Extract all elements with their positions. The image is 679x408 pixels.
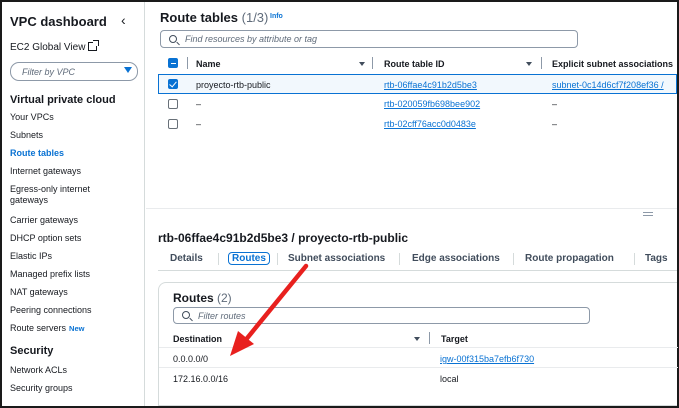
sidebar-title[interactable]: VPC dashboard xyxy=(10,14,107,29)
column-header-target[interactable]: Target xyxy=(441,334,468,344)
column-header-subnet-associations[interactable]: Explicit subnet associations xyxy=(552,59,673,69)
tab-route-propagation[interactable]: Route propagation xyxy=(525,253,614,264)
tab-routes-label: Routes xyxy=(228,252,270,265)
route-target-link[interactable]: igw-00f315ba7efb6f730 xyxy=(440,354,534,364)
ec2-global-view-link[interactable]: EC2 Global View xyxy=(10,40,100,53)
route-target-value: local xyxy=(440,374,459,384)
tab-separator xyxy=(634,253,635,265)
subnet-association-value: – xyxy=(552,99,558,109)
route-table-name: – xyxy=(196,99,202,109)
column-separator xyxy=(187,57,188,69)
page-title-text: Route tables xyxy=(160,10,239,25)
routes-title: Routes (2) xyxy=(173,291,232,305)
sidebar-item-elastic-ips[interactable]: Elastic IPs xyxy=(10,251,135,262)
routes-title-text: Routes xyxy=(173,291,214,305)
vpc-filter-placeholder: Filter by VPC xyxy=(22,67,76,77)
table-row[interactable]: proyecto-rtb-public rtb-06ffae4c91b2d5be… xyxy=(158,74,677,94)
column-header-name[interactable]: Name xyxy=(196,59,221,69)
detail-tabs: Details Routes Subnet associations Edge … xyxy=(158,249,677,271)
sidebar-item-subnets[interactable]: Subnets xyxy=(10,130,135,141)
route-table-id-link[interactable]: rtb-06ffae4c91b2d5be3 xyxy=(384,80,477,90)
vpc-filter-select[interactable]: Filter by VPC xyxy=(10,62,138,81)
selection-count: (1/3) xyxy=(241,10,269,25)
detail-title: rtb-06ffae4c91b2d5be3 / proyecto-rtb-pub… xyxy=(158,231,409,245)
routes-count: (2) xyxy=(217,291,232,305)
table-row[interactable]: – rtb-02cff76acc0d0483e – xyxy=(158,114,677,134)
resize-handle-icon[interactable] xyxy=(643,212,653,216)
tab-subnet-associations[interactable]: Subnet associations xyxy=(288,253,385,264)
sidebar-item-internet-gateways[interactable]: Internet gateways xyxy=(10,166,135,177)
sidebar-item-peering-connections[interactable]: Peering connections xyxy=(10,305,135,316)
table-row: 0.0.0.0/0 igw-00f315ba7efb6f730 xyxy=(159,347,678,367)
section-heading-vpc: Virtual private cloud xyxy=(10,94,116,106)
tab-separator xyxy=(218,253,219,265)
external-link-icon xyxy=(88,40,100,51)
route-table-name: – xyxy=(196,119,202,129)
sidebar-item-nat-gateways[interactable]: NAT gateways xyxy=(10,287,135,298)
select-all-checkbox[interactable] xyxy=(168,58,178,68)
sidebar: VPC dashboard ‹ EC2 Global View Filter b… xyxy=(2,2,145,406)
tab-separator xyxy=(277,253,278,265)
route-table-id-link[interactable]: rtb-020059fb698bee902 xyxy=(384,99,480,109)
sidebar-item-your-vpcs[interactable]: Your VPCs xyxy=(10,112,135,123)
caret-down-icon xyxy=(124,67,132,73)
search-icon xyxy=(182,311,190,319)
routes-filter-placeholder: Filter routes xyxy=(198,311,246,321)
section-heading-security: Security xyxy=(10,345,54,357)
split-pane-divider xyxy=(146,208,677,209)
sidebar-item-network-acls[interactable]: Network ACLs xyxy=(10,365,135,376)
new-badge: New xyxy=(69,324,85,333)
sidebar-item-label: Route servers xyxy=(10,323,67,333)
column-separator xyxy=(429,332,430,344)
row-checkbox[interactable] xyxy=(168,119,178,129)
route-destination: 172.16.0.0/16 xyxy=(173,374,229,384)
column-separator xyxy=(541,57,542,69)
table-row: 172.16.0.0/16 local xyxy=(159,367,678,387)
search-icon xyxy=(169,35,177,43)
routes-filter-input[interactable]: Filter routes xyxy=(173,307,590,324)
tab-edge-associations[interactable]: Edge associations xyxy=(412,253,500,264)
page-title: Route tables (1/3) xyxy=(160,10,268,25)
row-checkbox[interactable] xyxy=(168,99,178,109)
table-header: Name Route table ID Explicit subnet asso… xyxy=(160,56,677,74)
row-checkbox[interactable] xyxy=(168,79,178,89)
column-header-route-table-id[interactable]: Route table ID xyxy=(384,59,445,69)
info-link[interactable]: Info xyxy=(270,13,283,20)
sidebar-item-carrier-gateways[interactable]: Carrier gateways xyxy=(10,215,135,226)
tab-separator xyxy=(399,253,400,265)
routes-panel: Routes (2) Filter routes Destination Tar… xyxy=(158,282,678,406)
tab-details[interactable]: Details xyxy=(170,253,203,264)
sidebar-item-egress-only-gateways[interactable]: Egress-only internet gateways xyxy=(10,184,110,206)
sidebar-item-dhcp-option-sets[interactable]: DHCP option sets xyxy=(10,233,135,244)
column-header-destination[interactable]: Destination xyxy=(173,334,222,344)
sort-icon[interactable] xyxy=(414,337,420,341)
main-content: Route tables (1/3) Info Find resources b… xyxy=(146,2,678,406)
sidebar-item-route-servers[interactable]: Route servers New xyxy=(10,323,135,334)
subnet-association-value: – xyxy=(552,119,558,129)
route-table-name: proyecto-rtb-public xyxy=(196,80,271,90)
ec2-global-view-label: EC2 Global View xyxy=(10,42,86,53)
table-row[interactable]: – rtb-020059fb698bee902 – xyxy=(158,94,677,114)
sidebar-item-security-groups[interactable]: Security groups xyxy=(10,383,135,394)
subnet-association-link[interactable]: subnet-0c14d6cf7f208ef36 / xyxy=(552,80,664,90)
route-tables-search-input[interactable]: Find resources by attribute or tag xyxy=(160,30,578,48)
search-placeholder: Find resources by attribute or tag xyxy=(185,34,318,44)
routes-table-header: Destination Target xyxy=(173,331,678,347)
route-table-id-link[interactable]: rtb-02cff76acc0d0483e xyxy=(384,119,476,129)
column-separator xyxy=(372,57,373,69)
route-destination: 0.0.0.0/0 xyxy=(173,354,209,364)
tab-separator xyxy=(513,253,514,265)
collapse-icon[interactable]: ‹ xyxy=(121,12,126,28)
sort-icon[interactable] xyxy=(526,62,532,66)
sidebar-item-route-tables[interactable]: Route tables xyxy=(10,148,135,159)
tab-tags[interactable]: Tags xyxy=(645,253,668,264)
tab-routes[interactable]: Routes xyxy=(228,252,270,265)
sort-icon[interactable] xyxy=(359,62,365,66)
sidebar-item-managed-prefix-lists[interactable]: Managed prefix lists xyxy=(10,269,135,280)
